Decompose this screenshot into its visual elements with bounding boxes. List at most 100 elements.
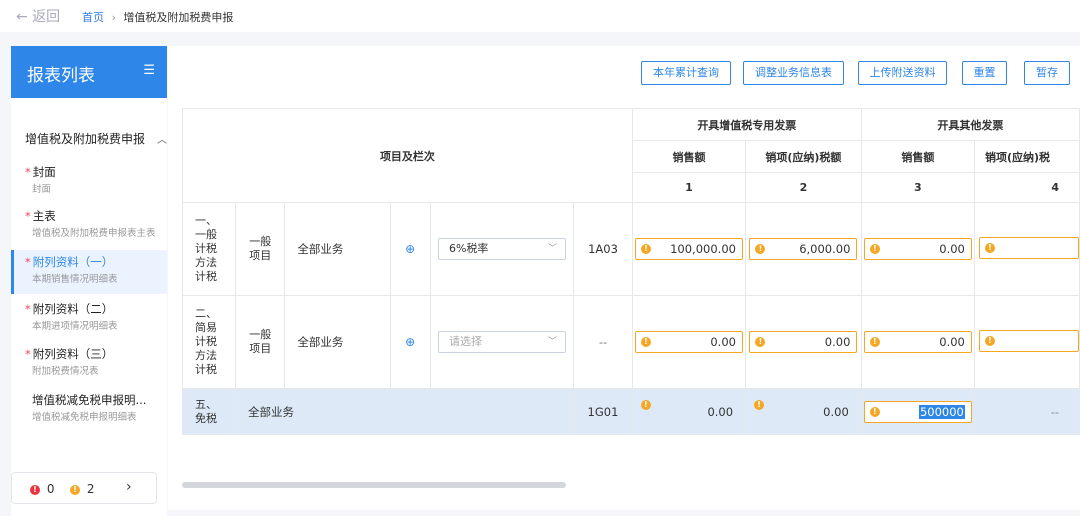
cell-value: 0.00 <box>939 242 965 256</box>
required-star-icon: * <box>25 165 31 179</box>
sidebar-item-main-form[interactable]: * 主表 增值税及附加税费申报表主表 <box>11 204 167 248</box>
sidebar-item-sublabel: 增值税及附加税费申报表主表 <box>32 228 156 239</box>
tax-amount-input[interactable]: ! 6,000.00 <box>749 238 858 260</box>
back-button[interactable]: ← 返回 <box>16 6 60 26</box>
sidebar-item-appendix-1[interactable]: * 附列资料（一） 本期销售情况明细表 <box>11 250 167 294</box>
warning-count[interactable]: ! 2 <box>70 482 94 496</box>
warning-icon: ! <box>755 337 766 347</box>
column-number: 2 <box>745 172 862 203</box>
required-star-icon: * <box>25 209 31 223</box>
plus-circle-icon: ⊕ <box>405 242 416 256</box>
chevron-up-icon: ︿ <box>157 135 168 146</box>
sidebar-group-label: 增值税及附加税费申报 <box>25 132 146 146</box>
warning-icon: ! <box>984 335 995 346</box>
sidebar-item-label: 附列资料（二） <box>32 302 114 316</box>
sidebar-item-sublabel: 本期销售情况明细表 <box>32 274 118 285</box>
row-empty-value: -- <box>973 388 1080 435</box>
cell-value: 0.00 <box>823 404 849 419</box>
row-business: 全部业务 <box>284 202 391 296</box>
header-tax-2: 销项(应纳)税 <box>973 140 1080 173</box>
table-row-exempt: 五、免税 全部业务 1G01 ! 0.00 ! 0.00 ! 500000 -- <box>182 388 1080 435</box>
sidebar: 报表列表 ☰ 增值税及附加税费申报 ︿ * 封面 封面 * 主表 增值税及附加税费申报… <box>11 46 167 516</box>
warning-icon: ! <box>640 244 651 254</box>
tax-amount-cell: ! 0.00 <box>745 388 862 435</box>
annual-query-button[interactable]: 本年累计查询 <box>641 61 731 85</box>
warning-icon: ! <box>869 406 880 417</box>
other-sales-input[interactable]: ! 0.00 <box>863 331 972 353</box>
save-draft-button[interactable]: 暂存 <box>1024 61 1070 85</box>
table-row: 一、一般计税方法计税 一般项目 全部业务 ⊕ 6%税率 ﹀ 1A03 ! 100,0… <box>182 202 1080 296</box>
tax-rate-placeholder: 请选择 <box>448 335 482 348</box>
cell-value: 100,000.00 <box>670 242 736 256</box>
error-count[interactable]: ! 0 <box>30 482 54 496</box>
warning-icon: ! <box>640 337 651 347</box>
reset-button[interactable]: 重置 <box>962 61 1007 85</box>
cell-value: 0.00 <box>939 335 965 349</box>
row-code: -- <box>573 295 633 389</box>
sidebar-header: 报表列表 ☰ <box>11 46 167 98</box>
sidebar-item-sublabel: 附加税费情况表 <box>32 366 99 377</box>
row-code: 1A03 <box>573 202 633 296</box>
column-number: 1 <box>631 172 747 203</box>
breadcrumb-home-link[interactable]: 首页 <box>82 11 104 24</box>
sales-amount-cell: ! 0.00 <box>631 388 747 435</box>
sales-detail-table: 项目及栏次 开具增值税专用发票 开具其他发票 销售额 销项(应纳)税额 销售额 … <box>182 108 1080 435</box>
sidebar-item-exemption[interactable]: 增值税减免税申报明... 增值税减免税申报明细表 <box>11 388 167 432</box>
sidebar-group-vat[interactable]: 增值税及附加税费申报 ︿ <box>25 130 167 147</box>
horizontal-scrollbar[interactable] <box>182 482 566 488</box>
list-collapse-icon[interactable]: ☰ <box>143 63 155 78</box>
row-subcategory: 一般项目 <box>234 202 286 296</box>
row-subcategory: 一般项目 <box>234 295 286 389</box>
other-tax-input[interactable]: ! <box>978 236 1079 259</box>
sales-amount-input[interactable]: ! 100,000.00 <box>634 238 743 260</box>
row-category: 二、简易计税方法计税 <box>182 295 236 389</box>
tax-amount-input[interactable]: ! 0.00 <box>749 331 858 353</box>
sidebar-item-appendix-3[interactable]: * 附列资料（三） 附加税费情况表 <box>11 342 167 386</box>
main-panel: 本年累计查询 调整业务信息表 上传附送资料 重置 暂存 项目及栏次 开具增值税专… <box>168 46 1080 510</box>
required-star-icon: * <box>25 255 31 269</box>
sidebar-item-appendix-2[interactable]: * 附列资料（二） 本期进项情况明细表 <box>11 297 167 341</box>
sales-amount-input[interactable]: ! 0.00 <box>634 331 743 353</box>
column-number: 3 <box>860 172 975 203</box>
tax-rate-select[interactable]: 请选择 ﹀ <box>437 331 566 353</box>
header-tax-1: 销项(应纳)税额 <box>745 140 862 173</box>
other-sales-input[interactable]: ! 0.00 <box>863 238 972 260</box>
breadcrumb: 首页 › 增值税及附加税费申报 <box>82 9 233 25</box>
adjust-info-button[interactable]: 调整业务信息表 <box>743 61 844 85</box>
warning-count-value: 2 <box>86 482 95 496</box>
sidebar-item-label: 附列资料（三） <box>32 347 114 361</box>
validation-status-bar[interactable]: ! 0 ! 2 › <box>11 472 157 504</box>
header-item-column: 项目及栏次 <box>182 108 633 203</box>
sidebar-item-sublabel: 本期进项情况明细表 <box>32 321 118 332</box>
sidebar-item-label: 主表 <box>32 209 56 223</box>
warning-icon: ! <box>754 400 765 410</box>
cell-value: 0.00 <box>707 404 734 419</box>
other-tax-input[interactable]: ! <box>978 329 1079 352</box>
breadcrumb-separator: › <box>111 11 116 24</box>
warning-icon: ! <box>869 337 880 347</box>
sidebar-item-label: 增值税减免税申报明... <box>32 393 147 407</box>
required-star-icon: * <box>25 347 31 361</box>
tax-rate-select[interactable]: 6%税率 ﹀ <box>437 238 566 260</box>
header-special-invoice: 开具增值税专用发票 <box>631 108 862 141</box>
sidebar-title: 报表列表 <box>27 66 95 86</box>
sidebar-item-label: 附列资料（一） <box>32 255 114 269</box>
sidebar-item-cover[interactable]: * 封面 封面 <box>11 160 167 204</box>
plus-circle-icon: ⊕ <box>405 335 416 349</box>
chevron-right-icon[interactable]: › <box>126 479 132 495</box>
sidebar-item-sublabel: 封面 <box>32 184 52 195</box>
row-business: 全部业务 <box>234 388 575 435</box>
breadcrumb-current: 增值税及附加税费申报 <box>123 11 234 24</box>
warning-icon: ! <box>70 484 80 495</box>
warning-icon: ! <box>640 400 651 410</box>
cell-value: 6,000.00 <box>799 242 851 256</box>
header-other-invoice: 开具其他发票 <box>860 108 1080 141</box>
header-sales-1: 销售额 <box>631 140 747 173</box>
add-row-button[interactable]: ⊕ <box>389 295 431 389</box>
column-number: 4 <box>973 172 1080 203</box>
row-category: 一、一般计税方法计税 <box>182 202 236 296</box>
upload-attachments-button[interactable]: 上传附送资料 <box>858 61 947 85</box>
table-row: 二、简易计税方法计税 一般项目 全部业务 ⊕ 请选择 ﹀ -- ! 0.00 ! 0.… <box>182 295 1080 389</box>
other-sales-input-active[interactable]: ! 500000 <box>863 400 972 423</box>
add-row-button[interactable]: ⊕ <box>389 202 431 296</box>
